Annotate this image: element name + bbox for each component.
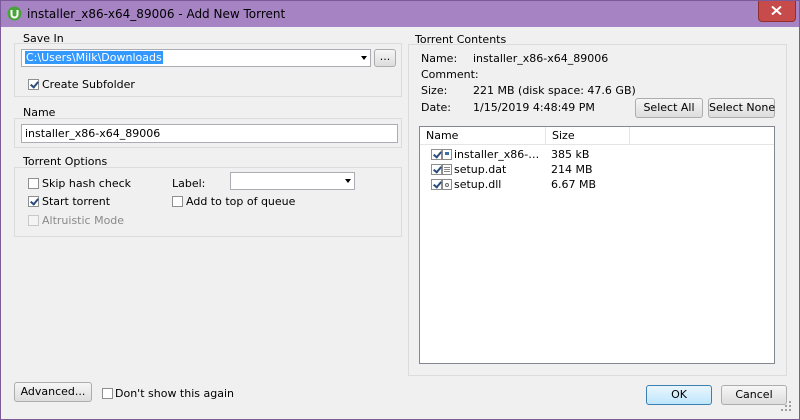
start-torrent-checkbox[interactable] [28,196,39,207]
label-combobox[interactable] [230,172,355,190]
dont-show-again-checkbox[interactable] [102,388,113,399]
info-date-value: 1/15/2019 4:48:49 PM [473,101,595,114]
add-to-top-label: Add to top of queue [186,195,296,208]
chevron-down-icon[interactable] [345,179,351,183]
window-title: installer_x86-x64_89006 - Add New Torren… [27,7,286,21]
exe-file-icon [442,149,452,160]
start-torrent-label: Start torrent [42,195,111,208]
info-name-value: installer_x86-x64_89006 [473,52,609,65]
file-list[interactable]: Name Size installer_x86-x64_89... 385 kB… [419,126,775,364]
altruistic-mode-label: Altruistic Mode [42,214,125,227]
advanced-button[interactable]: Advanced... [14,382,92,402]
create-subfolder-label: Create Subfolder [42,78,135,91]
cancel-button[interactable]: Cancel [721,385,787,405]
file-row[interactable]: setup.dll 6.67 MB [420,177,774,192]
title-bar[interactable]: installer_x86-x64_89006 - Add New Torren… [1,1,799,27]
document-file-icon [442,164,452,175]
utorrent-app-icon [7,6,22,21]
torrent-name-input[interactable]: installer_x86-x64_89006 [21,124,398,143]
chevron-down-icon[interactable] [361,56,367,60]
save-path-text: C:\Users\Milk\Downloads [25,51,163,64]
skip-hash-check-label: Skip hash check [42,177,132,190]
select-none-button[interactable]: Select None [708,98,775,118]
file-name: setup.dat [454,163,507,176]
dialog-client-area: Save In C:\Users\Milk\Downloads ... Crea… [7,28,793,413]
dont-show-again-label: Don't show this again [115,387,234,400]
resize-grip-icon[interactable] [781,401,791,411]
info-date-key: Date: [421,101,451,114]
skip-hash-check-checkbox[interactable] [28,178,39,189]
close-icon [771,6,782,15]
info-size-key: Size: [421,84,448,97]
column-header-filler [630,127,774,145]
file-checkbox[interactable] [431,179,442,190]
add-to-top-checkbox[interactable] [172,196,183,207]
file-checkbox[interactable] [431,164,442,175]
add-torrent-dialog: installer_x86-x64_89006 - Add New Torren… [0,0,800,420]
altruistic-mode-checkbox [28,215,39,226]
file-name: setup.dll [454,178,502,191]
select-all-button[interactable]: Select All [635,98,703,118]
file-checkbox[interactable] [431,149,442,160]
info-comment-key: Comment: [421,68,479,81]
ok-button[interactable]: OK [646,385,712,405]
save-path-combobox[interactable]: C:\Users\Milk\Downloads [21,49,371,67]
dll-file-icon [442,179,452,190]
info-name-key: Name: [421,52,458,65]
file-row[interactable]: installer_x86-x64_89... 385 kB [420,147,774,162]
label-field-caption: Label: [172,177,206,190]
file-size: 6.67 MB [551,178,597,191]
file-name: installer_x86-x64_89... [454,148,540,161]
column-header-name[interactable]: Name [420,127,546,145]
browse-button[interactable]: ... [374,49,396,67]
file-size: 385 kB [551,148,590,161]
info-size-value: 221 MB (disk space: 47.6 GB) [473,84,636,97]
file-size: 214 MB [551,163,593,176]
column-header-size[interactable]: Size [546,127,630,145]
close-button[interactable] [758,1,796,22]
file-row[interactable]: setup.dat 214 MB [420,162,774,177]
create-subfolder-checkbox[interactable] [28,79,39,90]
